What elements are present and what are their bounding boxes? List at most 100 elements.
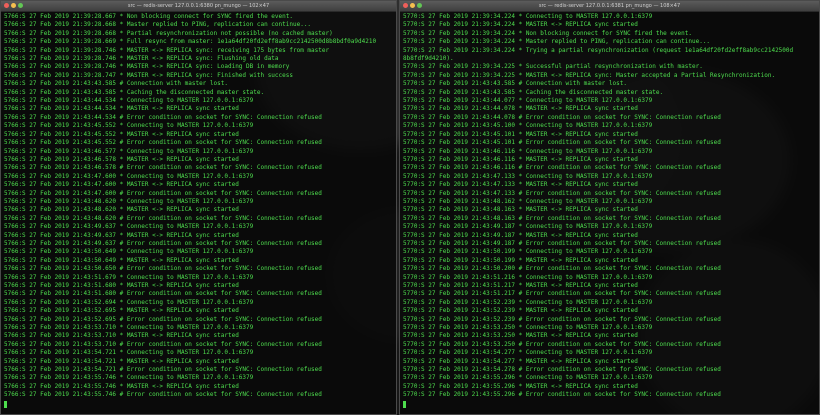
log-line: 5770:S 27 Feb 2019 21:43:53.250 * Connec…: [403, 324, 653, 332]
log-line: 5770:S 27 Feb 2019 21:43:48.163 # Error …: [403, 214, 721, 222]
log-line: 5766:S 27 Feb 2019 21:43:45.552 * MASTER…: [4, 130, 239, 138]
log-line: 5770:S 27 Feb 2019 21:43:44.078 * MASTER…: [403, 105, 638, 113]
log-line: 5766:S 27 Feb 2019 21:43:55.746 * Connec…: [4, 374, 254, 382]
terminal-output[interactable]: 5770:S 27 Feb 2019 21:39:34.224 * Connec…: [400, 12, 819, 409]
log-line: 5770:S 27 Feb 2019 21:43:53.250 # Error …: [403, 340, 721, 348]
log-line: 5766:S 27 Feb 2019 21:43:45.552 # Error …: [4, 139, 322, 147]
minimize-button[interactable]: [11, 3, 16, 8]
log-line: 5766:S 27 Feb 2019 21:43:55.746 * MASTER…: [4, 382, 239, 390]
log-line: 5766:S 27 Feb 2019 21:43:44.534 # Error …: [4, 113, 322, 121]
log-line: 8b8fdf9d4210).: [403, 55, 454, 63]
log-line: 5770:S 27 Feb 2019 21:43:48.162 * Connec…: [403, 197, 653, 205]
window-titlebar[interactable]: src — redis-server 127.0.0.1:6380 pn_mun…: [1, 1, 396, 12]
log-line: 5766:S 27 Feb 2019 21:43:55.746 # Error …: [4, 391, 322, 399]
log-line: 5770:S 27 Feb 2019 21:43:54.277 * Connec…: [403, 349, 653, 357]
log-line: 5766:S 27 Feb 2019 21:39:28.746 * MASTER…: [4, 55, 279, 63]
log-line: 5770:S 27 Feb 2019 21:43:44.077 * Connec…: [403, 97, 653, 105]
log-line: 5766:S 27 Feb 2019 21:43:50.649 * MASTER…: [4, 256, 239, 264]
log-line: 5766:S 27 Feb 2019 21:43:49.637 * Connec…: [4, 223, 254, 231]
log-line: 5766:S 27 Feb 2019 21:39:28.668 * Master…: [4, 21, 312, 29]
window-controls: [4, 3, 23, 8]
terminal-window-left[interactable]: src — redis-server 127.0.0.1:6380 pn_mun…: [0, 0, 397, 415]
log-line: 5766:S 27 Feb 2019 21:39:28.669 * Full r…: [4, 38, 377, 46]
zoom-button[interactable]: [18, 3, 23, 8]
log-line: 5766:S 27 Feb 2019 21:43:48.620 * MASTER…: [4, 206, 239, 214]
log-line: 5766:S 27 Feb 2019 21:39:28.746 * MASTER…: [4, 63, 290, 71]
log-line: 5770:S 27 Feb 2019 21:43:55.296 * Connec…: [403, 374, 653, 382]
log-line: 5766:S 27 Feb 2019 21:43:52.695 * MASTER…: [4, 307, 239, 315]
log-line: 5766:S 27 Feb 2019 21:43:51.680 # Error …: [4, 290, 322, 298]
log-line: 5770:S 27 Feb 2019 21:43:51.217 # Error …: [403, 290, 721, 298]
log-line: 5770:S 27 Feb 2019 21:39:34.225 * MASTER…: [403, 71, 776, 79]
log-line: 5766:S 27 Feb 2019 21:39:28.747 * MASTER…: [4, 71, 293, 79]
prompt-line[interactable]: [403, 400, 816, 409]
log-line: 5766:S 27 Feb 2019 21:43:53.710 * MASTER…: [4, 332, 239, 340]
log-line: 5766:S 27 Feb 2019 21:43:48.620 # Error …: [4, 214, 322, 222]
log-line: 5766:S 27 Feb 2019 21:43:44.534 * Connec…: [4, 97, 254, 105]
log-line: 5770:S 27 Feb 2019 21:43:45.101 # Error …: [403, 139, 721, 147]
text-cursor: [403, 400, 406, 408]
log-line: 5770:S 27 Feb 2019 21:43:50.199 * Connec…: [403, 248, 653, 256]
log-line: 5766:S 27 Feb 2019 21:43:51.680 * MASTER…: [4, 282, 239, 289]
log-line: 5770:S 27 Feb 2019 21:43:49.187 * MASTER…: [403, 231, 638, 239]
log-line: 5770:S 27 Feb 2019 21:43:46.116 * MASTER…: [403, 155, 638, 163]
log-line: 5766:S 27 Feb 2019 21:43:50.650 # Error …: [4, 265, 322, 273]
log-line: 5770:S 27 Feb 2019 21:43:45.101 * MASTER…: [403, 130, 638, 138]
log-line: 5770:S 27 Feb 2019 21:39:34.224 * Master…: [403, 38, 711, 46]
log-line: 5770:S 27 Feb 2019 21:43:50.200 # Error …: [403, 265, 721, 273]
log-line: 5770:S 27 Feb 2019 21:43:47.133 * MASTER…: [403, 181, 638, 189]
prompt-line[interactable]: [4, 400, 393, 409]
log-line: 5766:S 27 Feb 2019 21:43:44.534 * MASTER…: [4, 105, 239, 113]
log-line: 5766:S 27 Feb 2019 21:43:49.637 # Error …: [4, 239, 322, 247]
window-title: src — redis-server 127.0.0.1:6381 pn_mun…: [538, 3, 681, 9]
terminal-output[interactable]: 5766:S 27 Feb 2019 21:39:28.667 * Non bl…: [1, 12, 396, 409]
log-line: 5770:S 27 Feb 2019 21:39:34.224 * MASTER…: [403, 21, 638, 29]
log-line: 5770:S 27 Feb 2019 21:43:52.239 * Connec…: [403, 298, 653, 306]
log-line: 5770:S 27 Feb 2019 21:43:45.100 * Connec…: [403, 122, 653, 130]
log-line: 5770:S 27 Feb 2019 21:43:53.250 * MASTER…: [403, 332, 638, 340]
log-line: 5770:S 27 Feb 2019 21:43:52.239 # Error …: [403, 315, 721, 323]
window-controls: [403, 3, 422, 8]
log-line: 5770:S 27 Feb 2019 21:43:48.163 * MASTER…: [403, 206, 638, 214]
close-button[interactable]: [403, 3, 408, 8]
log-line: 5766:S 27 Feb 2019 21:43:47.600 * MASTER…: [4, 181, 239, 189]
log-line: 5770:S 27 Feb 2019 21:43:46.116 # Error …: [403, 164, 721, 172]
log-line: 5766:S 27 Feb 2019 21:43:48.620 * Connec…: [4, 197, 254, 205]
log-line: 5770:S 27 Feb 2019 21:43:50.199 * MASTER…: [403, 256, 638, 264]
log-line: 5766:S 27 Feb 2019 21:43:49.637 * MASTER…: [4, 231, 239, 239]
log-line: 5766:S 27 Feb 2019 21:39:28.668 * Partia…: [4, 29, 333, 37]
close-button[interactable]: [4, 3, 9, 8]
log-line: 5766:S 27 Feb 2019 21:39:28.746 * MASTER…: [4, 46, 330, 54]
log-line: 5770:S 27 Feb 2019 21:39:34.224 * Non bl…: [403, 29, 692, 37]
log-line: 5766:S 27 Feb 2019 21:43:51.679 * Connec…: [4, 273, 254, 281]
log-line: 5770:S 27 Feb 2019 21:43:51.216 * Connec…: [403, 273, 653, 281]
log-line: 5766:S 27 Feb 2019 21:43:52.695 # Error …: [4, 315, 322, 323]
log-line: 5766:S 27 Feb 2019 21:43:54.721 * MASTER…: [4, 357, 239, 365]
log-line: 5770:S 27 Feb 2019 21:43:55.296 * MASTER…: [403, 382, 638, 390]
terminal-window-right[interactable]: src — redis-server 127.0.0.1:6381 pn_mun…: [399, 0, 820, 415]
minimize-button[interactable]: [410, 3, 415, 8]
log-line: 5770:S 27 Feb 2019 21:43:44.078 # Error …: [403, 113, 721, 121]
log-line: 5766:S 27 Feb 2019 21:43:47.600 # Error …: [4, 189, 322, 197]
log-line: 5766:S 27 Feb 2019 21:43:46.577 * Connec…: [4, 147, 254, 155]
window-titlebar[interactable]: src — redis-server 127.0.0.1:6381 pn_mun…: [400, 1, 819, 12]
log-line: 5770:S 27 Feb 2019 21:43:49.187 * Connec…: [403, 223, 653, 231]
log-line: 5766:S 27 Feb 2019 21:43:53.710 * Connec…: [4, 324, 254, 332]
log-line: 5766:S 27 Feb 2019 21:43:45.552 * Connec…: [4, 122, 254, 130]
zoom-button[interactable]: [417, 3, 422, 8]
text-cursor: [4, 400, 7, 408]
log-line: 5766:S 27 Feb 2019 21:43:52.694 * Connec…: [4, 298, 254, 306]
log-line: 5770:S 27 Feb 2019 21:43:47.133 # Error …: [403, 189, 721, 197]
log-line: 5770:S 27 Feb 2019 21:43:54.277 * MASTER…: [403, 357, 638, 365]
log-line: 5770:S 27 Feb 2019 21:39:34.224 * Connec…: [403, 13, 653, 20]
log-line: 5770:S 27 Feb 2019 21:43:43.585 * Cachin…: [403, 88, 664, 96]
log-line: 5770:S 27 Feb 2019 21:43:46.116 * Connec…: [403, 147, 653, 155]
log-line: 5770:S 27 Feb 2019 21:43:52.239 * MASTER…: [403, 307, 638, 315]
log-line: 5766:S 27 Feb 2019 21:43:50.649 * Connec…: [4, 248, 254, 256]
log-line: 5770:S 27 Feb 2019 21:43:49.187 # Error …: [403, 239, 721, 247]
log-line: 5766:S 27 Feb 2019 21:39:28.667 * Non bl…: [4, 13, 293, 20]
log-line: 5766:S 27 Feb 2019 21:43:47.600 * Connec…: [4, 172, 254, 180]
log-line: 5770:S 27 Feb 2019 21:43:55.296 # Error …: [403, 391, 721, 399]
log-line: 5770:S 27 Feb 2019 21:43:43.585 # Connec…: [403, 80, 627, 88]
log-line: 5766:S 27 Feb 2019 21:43:46.578 * MASTER…: [4, 155, 239, 163]
